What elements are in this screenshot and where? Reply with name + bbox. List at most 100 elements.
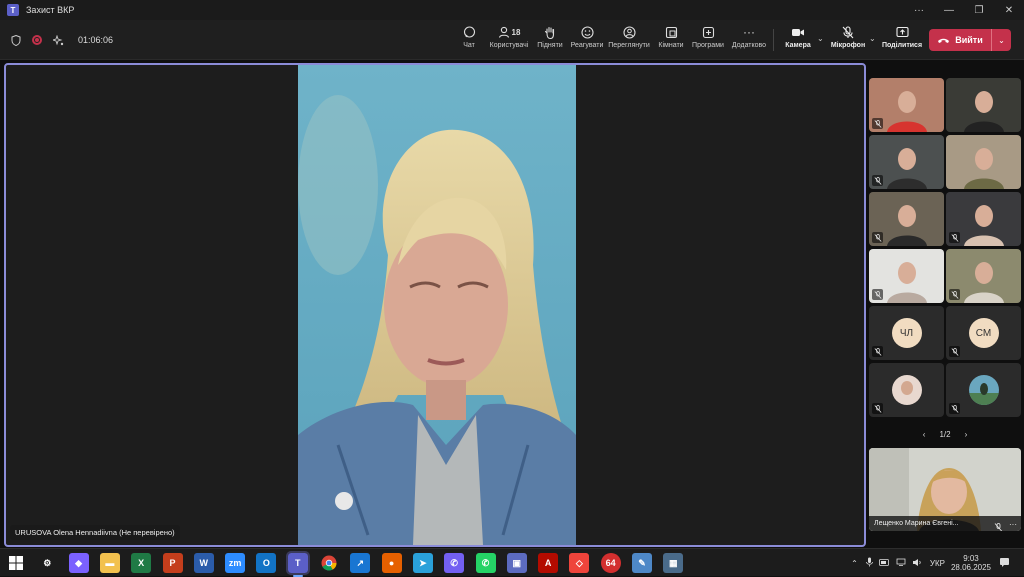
tray-chevron-icon[interactable]: ⌃ bbox=[851, 559, 858, 568]
mic-off-icon bbox=[872, 346, 883, 357]
apps-button[interactable]: Програми bbox=[691, 24, 725, 56]
meeting-timer: 01:06:06 bbox=[78, 35, 114, 45]
mic-off-icon bbox=[949, 289, 960, 300]
language-indicator[interactable]: УКР bbox=[930, 559, 945, 568]
view-button[interactable]: Переглянути bbox=[608, 24, 650, 56]
more-label: Додатково bbox=[731, 42, 767, 49]
start-icon[interactable] bbox=[6, 553, 26, 573]
sync-icon[interactable]: ↗ bbox=[350, 553, 371, 573]
mic-off-icon bbox=[949, 346, 960, 357]
people-count: 18 bbox=[511, 27, 521, 37]
anydesk-icon[interactable]: ◇ bbox=[569, 553, 590, 573]
share-button[interactable]: Поділитися bbox=[882, 24, 922, 56]
smiley-icon bbox=[580, 24, 594, 40]
participant-tile[interactable] bbox=[946, 249, 1021, 303]
self-more-icon[interactable]: ··· bbox=[1009, 520, 1017, 529]
page-indicator: 1/2 bbox=[939, 429, 951, 439]
participant-tile[interactable] bbox=[946, 78, 1021, 132]
recording-icon bbox=[32, 35, 42, 45]
notifications-icon[interactable] bbox=[999, 557, 1010, 570]
zoom-icon[interactable]: zm bbox=[225, 553, 246, 573]
participant-initials-avatar: СМ bbox=[968, 318, 999, 348]
main-stage: URUSOVA Olena Hennadiivna (Не перевірено… bbox=[4, 63, 866, 547]
powerpoint-icon[interactable]: P bbox=[162, 553, 183, 573]
raise-hand-label: Підняти bbox=[537, 42, 563, 49]
participant-tile[interactable]: ЧЛ bbox=[869, 306, 944, 360]
apps-label: Програми bbox=[692, 42, 724, 49]
gallery-pager: ‹ 1/2 › bbox=[869, 426, 1021, 442]
camera-icon bbox=[791, 24, 805, 40]
camera-button[interactable]: Камера bbox=[785, 24, 811, 56]
teams-icon[interactable]: T bbox=[285, 551, 310, 577]
participant-tile[interactable]: СМ bbox=[946, 306, 1021, 360]
rooms-label: Кімнати bbox=[658, 42, 684, 49]
volume-icon[interactable] bbox=[912, 558, 922, 569]
viber-icon[interactable]: ✆ bbox=[444, 553, 465, 573]
leave-options-chevron-icon[interactable]: ⌄ bbox=[991, 29, 1011, 51]
system-tray: ⌃ УКР 9:03 28.06.2025 bbox=[851, 549, 1024, 577]
tray-mic-icon[interactable] bbox=[865, 557, 873, 569]
participant-tile[interactable] bbox=[946, 135, 1021, 189]
sparkle-icon[interactable] bbox=[52, 34, 64, 46]
64-icon[interactable]: 64 bbox=[600, 553, 621, 573]
battery-icon[interactable] bbox=[878, 558, 890, 568]
rooms-button[interactable]: Кімнати bbox=[657, 24, 685, 56]
outlook-icon[interactable]: O bbox=[256, 553, 277, 573]
mic-label: Мікрофон bbox=[830, 42, 866, 49]
teams-app-icon: T bbox=[7, 4, 19, 16]
participant-photo-avatar bbox=[968, 375, 999, 405]
windows-taskbar: ⚙ ◆ ▬ X P Wzm O T ↗ ● ➤ ✆ ✆ ▣ A ◇ 64 ✎ ▦ ⌃ УКР 9:03 28.06.… bbox=[0, 548, 1024, 577]
mic-off-icon bbox=[872, 289, 883, 300]
people-label: Користувачі bbox=[489, 42, 529, 49]
more-options-icon[interactable]: ··· bbox=[904, 0, 934, 20]
chat-button[interactable]: Чат bbox=[459, 24, 479, 56]
participant-tile[interactable] bbox=[869, 363, 944, 417]
clock[interactable]: 9:03 28.06.2025 bbox=[951, 554, 991, 572]
network-icon[interactable] bbox=[896, 558, 906, 568]
close-icon[interactable]: ✕ bbox=[994, 0, 1024, 20]
participant-tile[interactable] bbox=[869, 192, 944, 246]
people-button[interactable]: 18 Користувачі bbox=[488, 24, 530, 56]
chat-icon bbox=[463, 24, 476, 40]
shield-icon[interactable] bbox=[10, 34, 22, 46]
participant-tile[interactable] bbox=[946, 192, 1021, 246]
firefox-icon[interactable]: ● bbox=[381, 553, 402, 573]
clock-date: 28.06.2025 bbox=[950, 563, 991, 572]
telegram-icon[interactable]: ➤ bbox=[412, 553, 433, 573]
mic-off-icon bbox=[872, 175, 883, 186]
mic-off-icon bbox=[949, 232, 960, 243]
ellipsis-icon: ··· bbox=[743, 25, 755, 39]
participant-initials-avatar: ЧЛ bbox=[891, 318, 922, 348]
whatsapp-icon[interactable]: ✆ bbox=[475, 553, 496, 573]
react-button[interactable]: Реагувати bbox=[571, 24, 603, 56]
maximize-icon[interactable]: ❐ bbox=[964, 0, 994, 20]
raise-hand-button[interactable]: Підняти bbox=[537, 24, 563, 56]
paint-icon[interactable]: ✎ bbox=[632, 553, 652, 573]
copilot-icon[interactable]: ◆ bbox=[68, 553, 89, 573]
next-page-chevron-icon[interactable]: › bbox=[965, 430, 968, 439]
leave-button[interactable]: Вийти ⌄ bbox=[929, 29, 1011, 51]
chrome-icon[interactable] bbox=[319, 553, 339, 573]
participant-tile[interactable] bbox=[869, 135, 944, 189]
mic-button[interactable]: Мікрофон bbox=[831, 24, 865, 56]
calculator-icon[interactable]: ▦ bbox=[663, 553, 684, 573]
view-label: Переглянути bbox=[608, 42, 650, 49]
prev-page-chevron-icon[interactable]: ‹ bbox=[923, 430, 926, 439]
rooms-icon bbox=[665, 24, 678, 40]
settings-icon[interactable]: ⚙ bbox=[37, 553, 58, 573]
excel-icon[interactable]: X bbox=[131, 553, 152, 573]
participant-tile[interactable] bbox=[946, 363, 1021, 417]
camera-options-chevron-icon[interactable]: ⌄ bbox=[817, 34, 824, 43]
speaker-name-label: URUSOVA Olena Hennadiivna (Не перевірено… bbox=[10, 525, 180, 540]
word-icon[interactable]: W bbox=[193, 553, 214, 573]
pdf-icon[interactable]: A bbox=[538, 553, 559, 573]
participant-tile[interactable] bbox=[869, 249, 944, 303]
floppy-icon[interactable]: ▣ bbox=[506, 553, 527, 573]
mic-options-chevron-icon[interactable]: ⌄ bbox=[869, 34, 876, 43]
self-view-tile[interactable]: Лещенко Марина Євгені... ··· bbox=[869, 448, 1021, 531]
participant-tile[interactable] bbox=[869, 78, 944, 132]
camera-label: Камера bbox=[785, 42, 811, 49]
minimize-icon[interactable]: — bbox=[934, 0, 964, 20]
file-explorer-icon[interactable]: ▬ bbox=[99, 553, 120, 573]
more-button[interactable]: ··· Додатково bbox=[731, 24, 767, 56]
